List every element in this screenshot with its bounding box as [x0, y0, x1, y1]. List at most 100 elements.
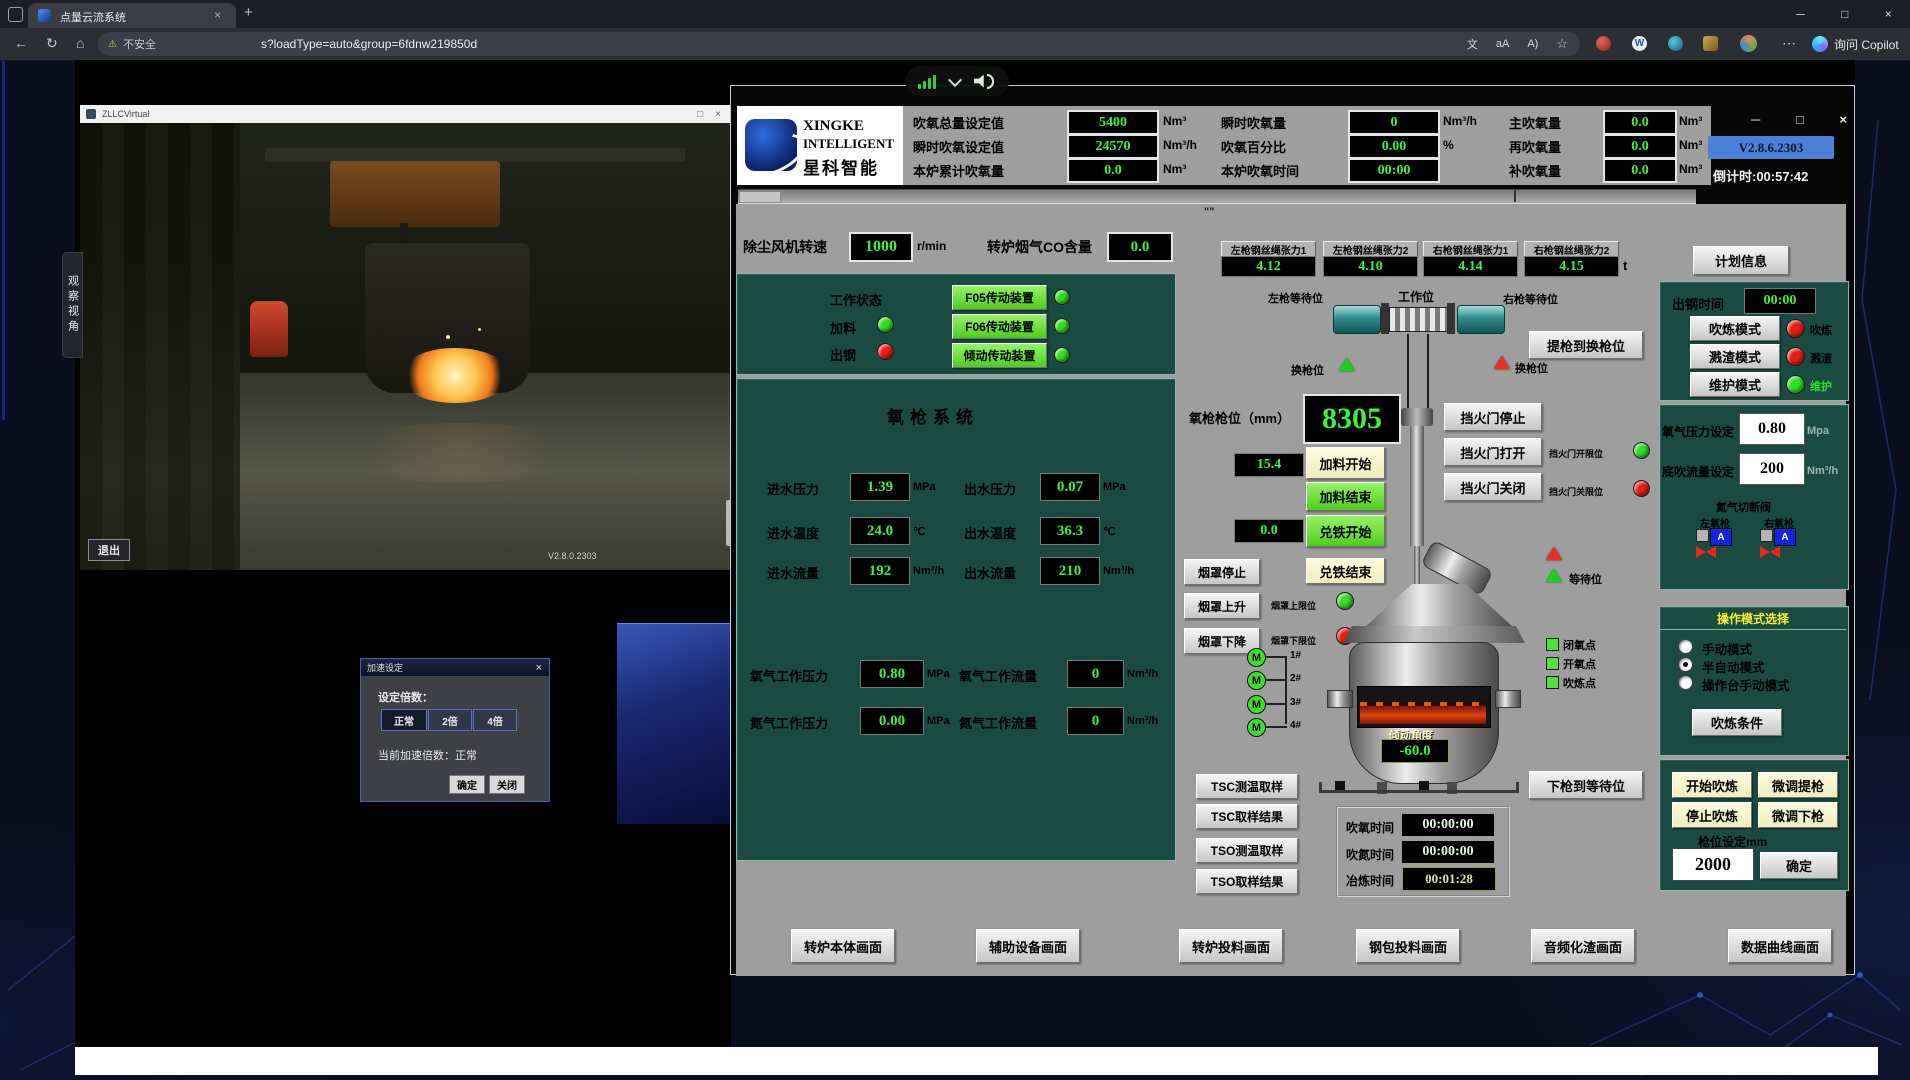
- read-aloud-icon[interactable]: A): [1527, 38, 1538, 50]
- nav-ladle-charge-button[interactable]: 钢包投料画面: [1356, 929, 1460, 963]
- lower-to-wait-button[interactable]: 下枪到等待位: [1529, 771, 1643, 799]
- speed-dialog-close-icon[interactable]: ×: [536, 662, 542, 674]
- stop-blowing-button[interactable]: 停止吹炼: [1672, 802, 1752, 828]
- window-close-icon[interactable]: ×: [1885, 7, 1892, 21]
- f05-drive-button[interactable]: F05传动装置: [952, 285, 1047, 310]
- translate-icon[interactable]: 文: [1467, 36, 1478, 52]
- footer-bar[interactable]: [75, 1047, 1878, 1075]
- refresh-icon[interactable]: ↻: [46, 35, 58, 52]
- dialog-close-button[interactable]: 关闭: [489, 775, 525, 794]
- feed-start-button[interactable]: 加料开始: [1306, 447, 1385, 479]
- row-value: 0.80: [860, 660, 924, 688]
- speed-option-2x[interactable]: 2倍: [428, 709, 472, 731]
- viewer-maximize-icon[interactable]: □: [697, 109, 703, 120]
- maintenance-mode-button[interactable]: 维护模式: [1690, 372, 1780, 397]
- close-oxygen-point-checkbox[interactable]: [1546, 638, 1559, 651]
- hmi-minimize-icon[interactable]: ─: [1751, 112, 1760, 127]
- nav-converter-charge-button[interactable]: 转炉投料画面: [1179, 929, 1283, 963]
- fire-door-stop-button[interactable]: 挡火门停止: [1444, 403, 1542, 431]
- fire-door-close-button[interactable]: 挡火门关闭: [1444, 473, 1542, 501]
- semi-auto-mode-radio[interactable]: [1678, 657, 1693, 672]
- open-oxygen-point-checkbox[interactable]: [1546, 657, 1559, 670]
- nav-audio-slag-button[interactable]: 音频化渣画面: [1531, 929, 1635, 963]
- motor-indicator: M: [1247, 648, 1266, 667]
- viewer-close-icon[interactable]: ×: [715, 109, 721, 120]
- blow-point-checkbox[interactable]: [1546, 676, 1559, 689]
- viewer-titlebar[interactable]: ZLLCVirtual □ ×: [80, 105, 731, 124]
- url-text[interactable]: s?loadType=auto&group=6fdnw219850d: [261, 37, 477, 51]
- hood-up-button[interactable]: 烟罩上升: [1184, 593, 1260, 619]
- viewer-3d-scene[interactable]: 退出 V2.8.0.2303: [80, 123, 731, 570]
- slag-splash-mode-button[interactable]: 溅渣模式: [1690, 344, 1780, 369]
- back-icon[interactable]: ←: [14, 35, 28, 51]
- tab-close-icon[interactable]: ×: [214, 8, 221, 22]
- raise-to-swap-button[interactable]: 提枪到换枪位: [1529, 331, 1643, 359]
- tso-measure-button[interactable]: TSO测温取样: [1196, 838, 1298, 863]
- tsc-result-button[interactable]: TSC取样结果: [1196, 804, 1298, 829]
- browser-tab[interactable]: 点量云流系统 ×: [28, 3, 236, 28]
- nav-auxiliary-button[interactable]: 辅助设备画面: [976, 929, 1080, 963]
- nav-converter-body-button[interactable]: 转炉本体画面: [791, 929, 895, 963]
- font-size-icon[interactable]: aA: [1496, 38, 1509, 50]
- hood-stop-button[interactable]: 烟罩停止: [1184, 559, 1260, 585]
- window-maximize-icon[interactable]: □: [1841, 7, 1848, 21]
- plan-info-button[interactable]: 计划信息: [1693, 246, 1789, 275]
- start-blowing-button[interactable]: 开始吹炼: [1672, 772, 1752, 798]
- fire-door-open-button[interactable]: 挡火门打开: [1444, 438, 1542, 466]
- new-tab-button[interactable]: +: [244, 4, 253, 21]
- viewer-exit-button[interactable]: 退出: [88, 539, 130, 561]
- speed-option-normal[interactable]: 正常: [381, 709, 427, 731]
- f06-drive-button[interactable]: F06传动装置: [952, 314, 1047, 339]
- row-label: 出水压力: [964, 479, 1016, 498]
- favorite-star-icon[interactable]: ☆: [1556, 36, 1568, 52]
- tso-result-button[interactable]: TSO取样结果: [1196, 869, 1298, 894]
- maintenance-tag: 维护: [1810, 378, 1832, 394]
- workspaces-icon[interactable]: [8, 7, 23, 22]
- copilot-button[interactable]: 询问 Copilot: [1812, 32, 1899, 56]
- background-window[interactable]: [617, 623, 731, 824]
- raise-to-swap-label: 提枪到换枪位: [1547, 336, 1625, 355]
- bottom-blow-set-input[interactable]: 200: [1739, 453, 1805, 485]
- iron-start-button[interactable]: 兑铁开始: [1306, 515, 1385, 547]
- scroll-tick: [1514, 190, 1516, 202]
- confirm-button[interactable]: 确定: [1760, 852, 1838, 879]
- hmi-maximize-icon[interactable]: □: [1796, 112, 1804, 127]
- manual-mode-radio[interactable]: [1678, 639, 1693, 654]
- blowing-condition-button[interactable]: 吹炼条件: [1692, 709, 1782, 736]
- tilt-drive-button[interactable]: 倾动传动装置: [952, 343, 1047, 368]
- trim-raise-lance-button[interactable]: 微调提枪: [1758, 772, 1838, 798]
- trim-lower-lance-button[interactable]: 微调下枪: [1758, 802, 1838, 828]
- plan-info-label: 计划信息: [1715, 251, 1767, 270]
- signal-strength-icon[interactable]: [918, 74, 936, 89]
- hmi-close-icon[interactable]: ×: [1839, 112, 1847, 127]
- fan-speed-label: 除尘风机转速: [743, 237, 827, 257]
- chevron-down-icon[interactable]: [948, 72, 962, 86]
- scroll-thumb[interactable]: [739, 191, 781, 203]
- scroll-track[interactable]: [738, 189, 1696, 204]
- console-manual-mode-radio[interactable]: [1678, 675, 1693, 690]
- blowing-mode-button[interactable]: 吹炼模式: [1690, 316, 1780, 341]
- view-angle-label: 观察视角: [65, 275, 81, 335]
- feed-end-button[interactable]: 加料结束: [1306, 482, 1385, 511]
- extension-icon[interactable]: W: [1632, 36, 1647, 51]
- browser-menu-icon[interactable]: ⋯: [1782, 35, 1796, 52]
- tsc-measure-button[interactable]: TSC测温取样: [1196, 774, 1298, 799]
- speed-dialog-titlebar[interactable]: 加速设定 ×: [361, 659, 549, 676]
- oxygen-pressure-set-input[interactable]: 0.80: [1739, 413, 1805, 445]
- speed-option-4x[interactable]: 4倍: [473, 709, 517, 731]
- extension-icon[interactable]: [1668, 36, 1683, 51]
- extension-icon[interactable]: [1703, 36, 1718, 51]
- speaker-icon[interactable]: [974, 74, 994, 89]
- view-angle-tab[interactable]: 观察视角: [62, 252, 83, 358]
- nav-data-curve-button[interactable]: 数据曲线画面: [1728, 929, 1832, 963]
- dialog-ok-button[interactable]: 确定: [449, 775, 485, 794]
- lance-setpoint-input[interactable]: 2000: [1672, 848, 1754, 881]
- blow-nitrogen-time-value: 00:00:00: [1402, 841, 1494, 863]
- avatar[interactable]: [1740, 35, 1757, 52]
- blowing-condition-label: 吹炼条件: [1711, 713, 1763, 732]
- window-minimize-icon[interactable]: ─: [1796, 7, 1805, 21]
- address-bar[interactable]: ⚠ 不安全 s?loadType=auto&group=6fdnw219850d…: [98, 32, 1580, 56]
- iron-end-button[interactable]: 兑铁结束: [1306, 558, 1385, 584]
- home-icon[interactable]: ⌂: [76, 35, 84, 51]
- extension-icon[interactable]: [1596, 36, 1611, 51]
